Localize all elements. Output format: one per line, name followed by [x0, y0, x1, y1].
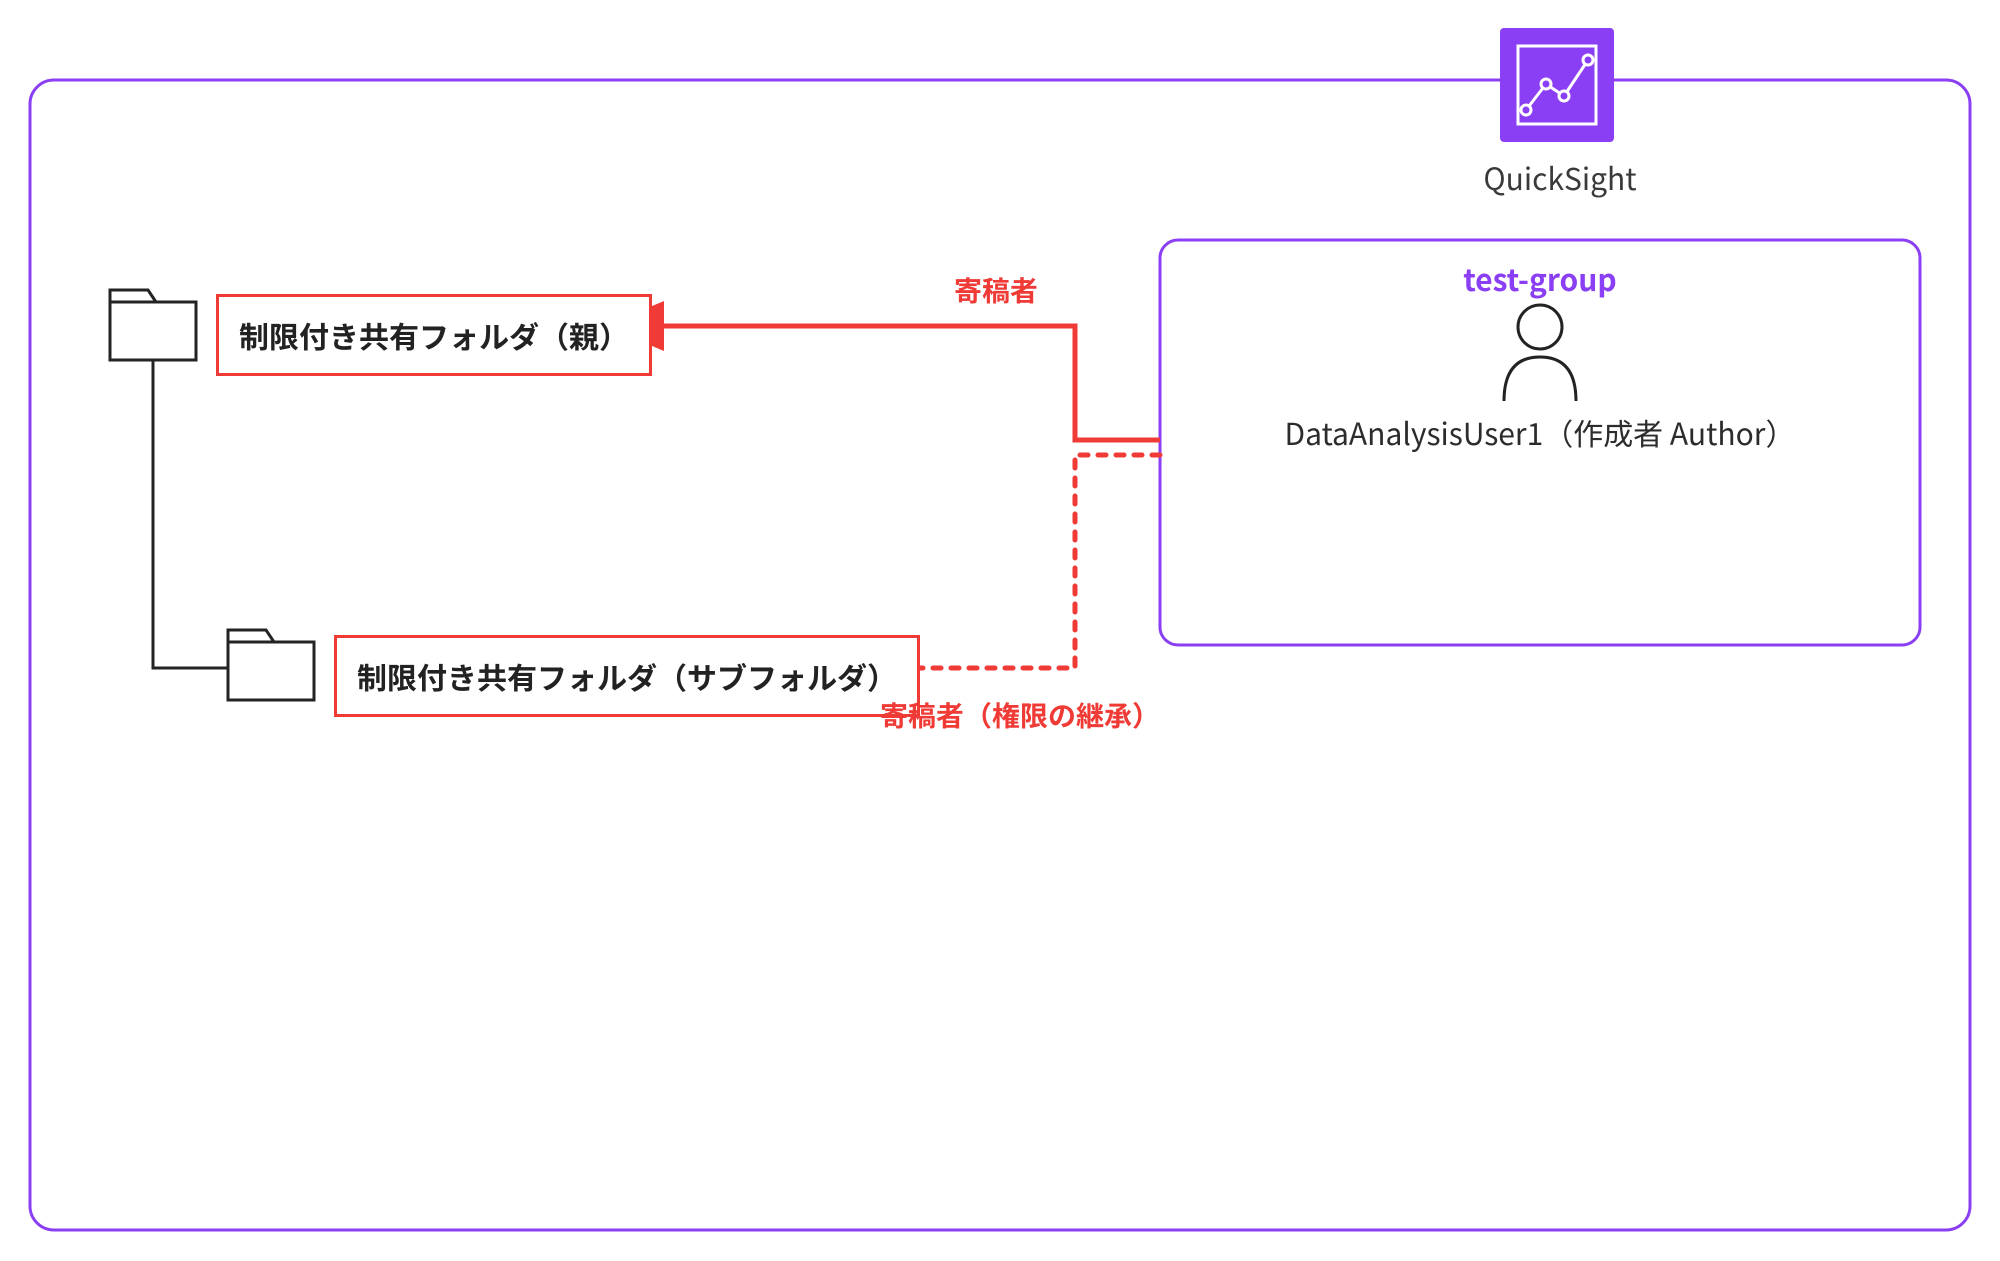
arrow-group-to-parent — [654, 326, 1160, 440]
arrow-label-parent-role: 寄稿者 — [954, 270, 1038, 310]
group-title: test-group — [1160, 256, 1920, 300]
quicksight-icon — [1500, 28, 1614, 142]
folder-sub-label: 制限付き共有フォルダ（サブフォルダ） — [334, 635, 920, 717]
tree-connector — [153, 360, 228, 668]
folder-parent-label: 制限付き共有フォルダ（親） — [216, 294, 652, 376]
user-icon — [1504, 305, 1576, 401]
quicksight-container-border — [30, 80, 1970, 1230]
quicksight-icon-svg — [1512, 40, 1602, 130]
folder-icon-parent — [110, 290, 196, 360]
diagram-stage: QuickSight test-group DataAnalysisUser1（… — [0, 0, 2000, 1261]
diagram-svg — [0, 0, 2000, 1261]
arrow-group-to-sub — [892, 455, 1160, 668]
quicksight-label: QuickSight — [1480, 155, 1640, 199]
user-label: DataAnalysisUser1（作成者 Author） — [1160, 410, 1920, 454]
arrow-label-sub-role: 寄稿者（権限の継承） — [880, 695, 1160, 735]
folder-icon-sub — [228, 630, 314, 700]
